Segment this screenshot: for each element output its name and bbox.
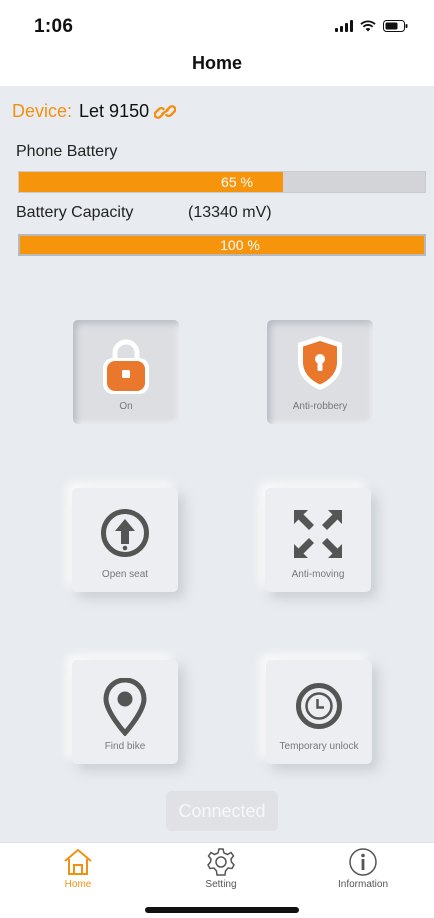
home-icon bbox=[28, 847, 128, 877]
gear-icon bbox=[171, 847, 271, 877]
battery-capacity-bar: 100 % bbox=[18, 234, 426, 256]
app-screen: 1:06 Home Device: Let 9150 Phone Battery… bbox=[0, 0, 434, 918]
map-pin-icon bbox=[72, 678, 178, 736]
tab-information-label: Information bbox=[337, 879, 389, 890]
find-bike-button[interactable]: Find bike bbox=[72, 660, 178, 764]
tab-setting-label: Setting bbox=[205, 879, 237, 890]
home-indicator bbox=[145, 907, 299, 913]
phone-battery-percent: 65 % bbox=[221, 174, 253, 190]
shield-keyhole-icon bbox=[267, 334, 373, 392]
link-icon[interactable] bbox=[154, 102, 177, 122]
device-name: Let 9150 bbox=[79, 101, 150, 121]
clock-icon bbox=[266, 682, 372, 730]
padlock-icon bbox=[73, 336, 179, 396]
arrows-inward-icon bbox=[265, 506, 371, 562]
tab-bar: Home Setting Information bbox=[0, 842, 434, 898]
up-arrow-circle-icon bbox=[72, 508, 178, 558]
nav-header: Home bbox=[0, 44, 434, 86]
device-row: Device: Let 9150 bbox=[12, 101, 177, 122]
tab-home[interactable]: Home bbox=[28, 847, 128, 890]
tab-setting[interactable]: Setting bbox=[171, 847, 271, 890]
find-bike-label: Find bike bbox=[104, 741, 146, 752]
cellular-signal-icon bbox=[335, 20, 353, 32]
battery-capacity-voltage: (13340 mV) bbox=[188, 204, 272, 221]
page-title: Home bbox=[191, 53, 242, 73]
anti-moving-label: Anti-moving bbox=[291, 569, 345, 580]
status-icons bbox=[335, 20, 408, 32]
main-content: Device: Let 9150 Phone Battery 65 % Batt… bbox=[0, 86, 434, 842]
device-label: Device: bbox=[12, 101, 73, 121]
open-seat-button[interactable]: Open seat bbox=[72, 488, 178, 592]
status-time: 1:06 bbox=[34, 16, 74, 37]
phone-battery-bar: 65 % bbox=[18, 171, 426, 193]
anti-robbery-button[interactable]: Anti-robbery bbox=[267, 320, 373, 424]
lock-button[interactable]: On bbox=[73, 320, 179, 424]
info-icon bbox=[313, 847, 413, 877]
battery-capacity-percent: 100 % bbox=[220, 237, 260, 253]
tab-information[interactable]: Information bbox=[313, 847, 413, 890]
status-bar: 1:06 bbox=[0, 0, 434, 44]
temporary-unlock-button[interactable]: Temporary unlock bbox=[266, 660, 372, 764]
battery-capacity-label: Battery Capacity bbox=[16, 204, 134, 221]
battery-icon bbox=[383, 20, 408, 32]
open-seat-label: Open seat bbox=[101, 569, 149, 580]
phone-battery-label: Phone Battery bbox=[16, 143, 118, 160]
wifi-icon bbox=[360, 20, 376, 32]
anti-moving-button[interactable]: Anti-moving bbox=[265, 488, 371, 592]
tab-home-label: Home bbox=[64, 879, 92, 890]
anti-robbery-label: Anti-robbery bbox=[292, 401, 348, 412]
temporary-unlock-label: Temporary unlock bbox=[279, 741, 359, 752]
lock-button-label: On bbox=[119, 401, 133, 412]
connected-button[interactable]: Connected bbox=[166, 791, 278, 831]
